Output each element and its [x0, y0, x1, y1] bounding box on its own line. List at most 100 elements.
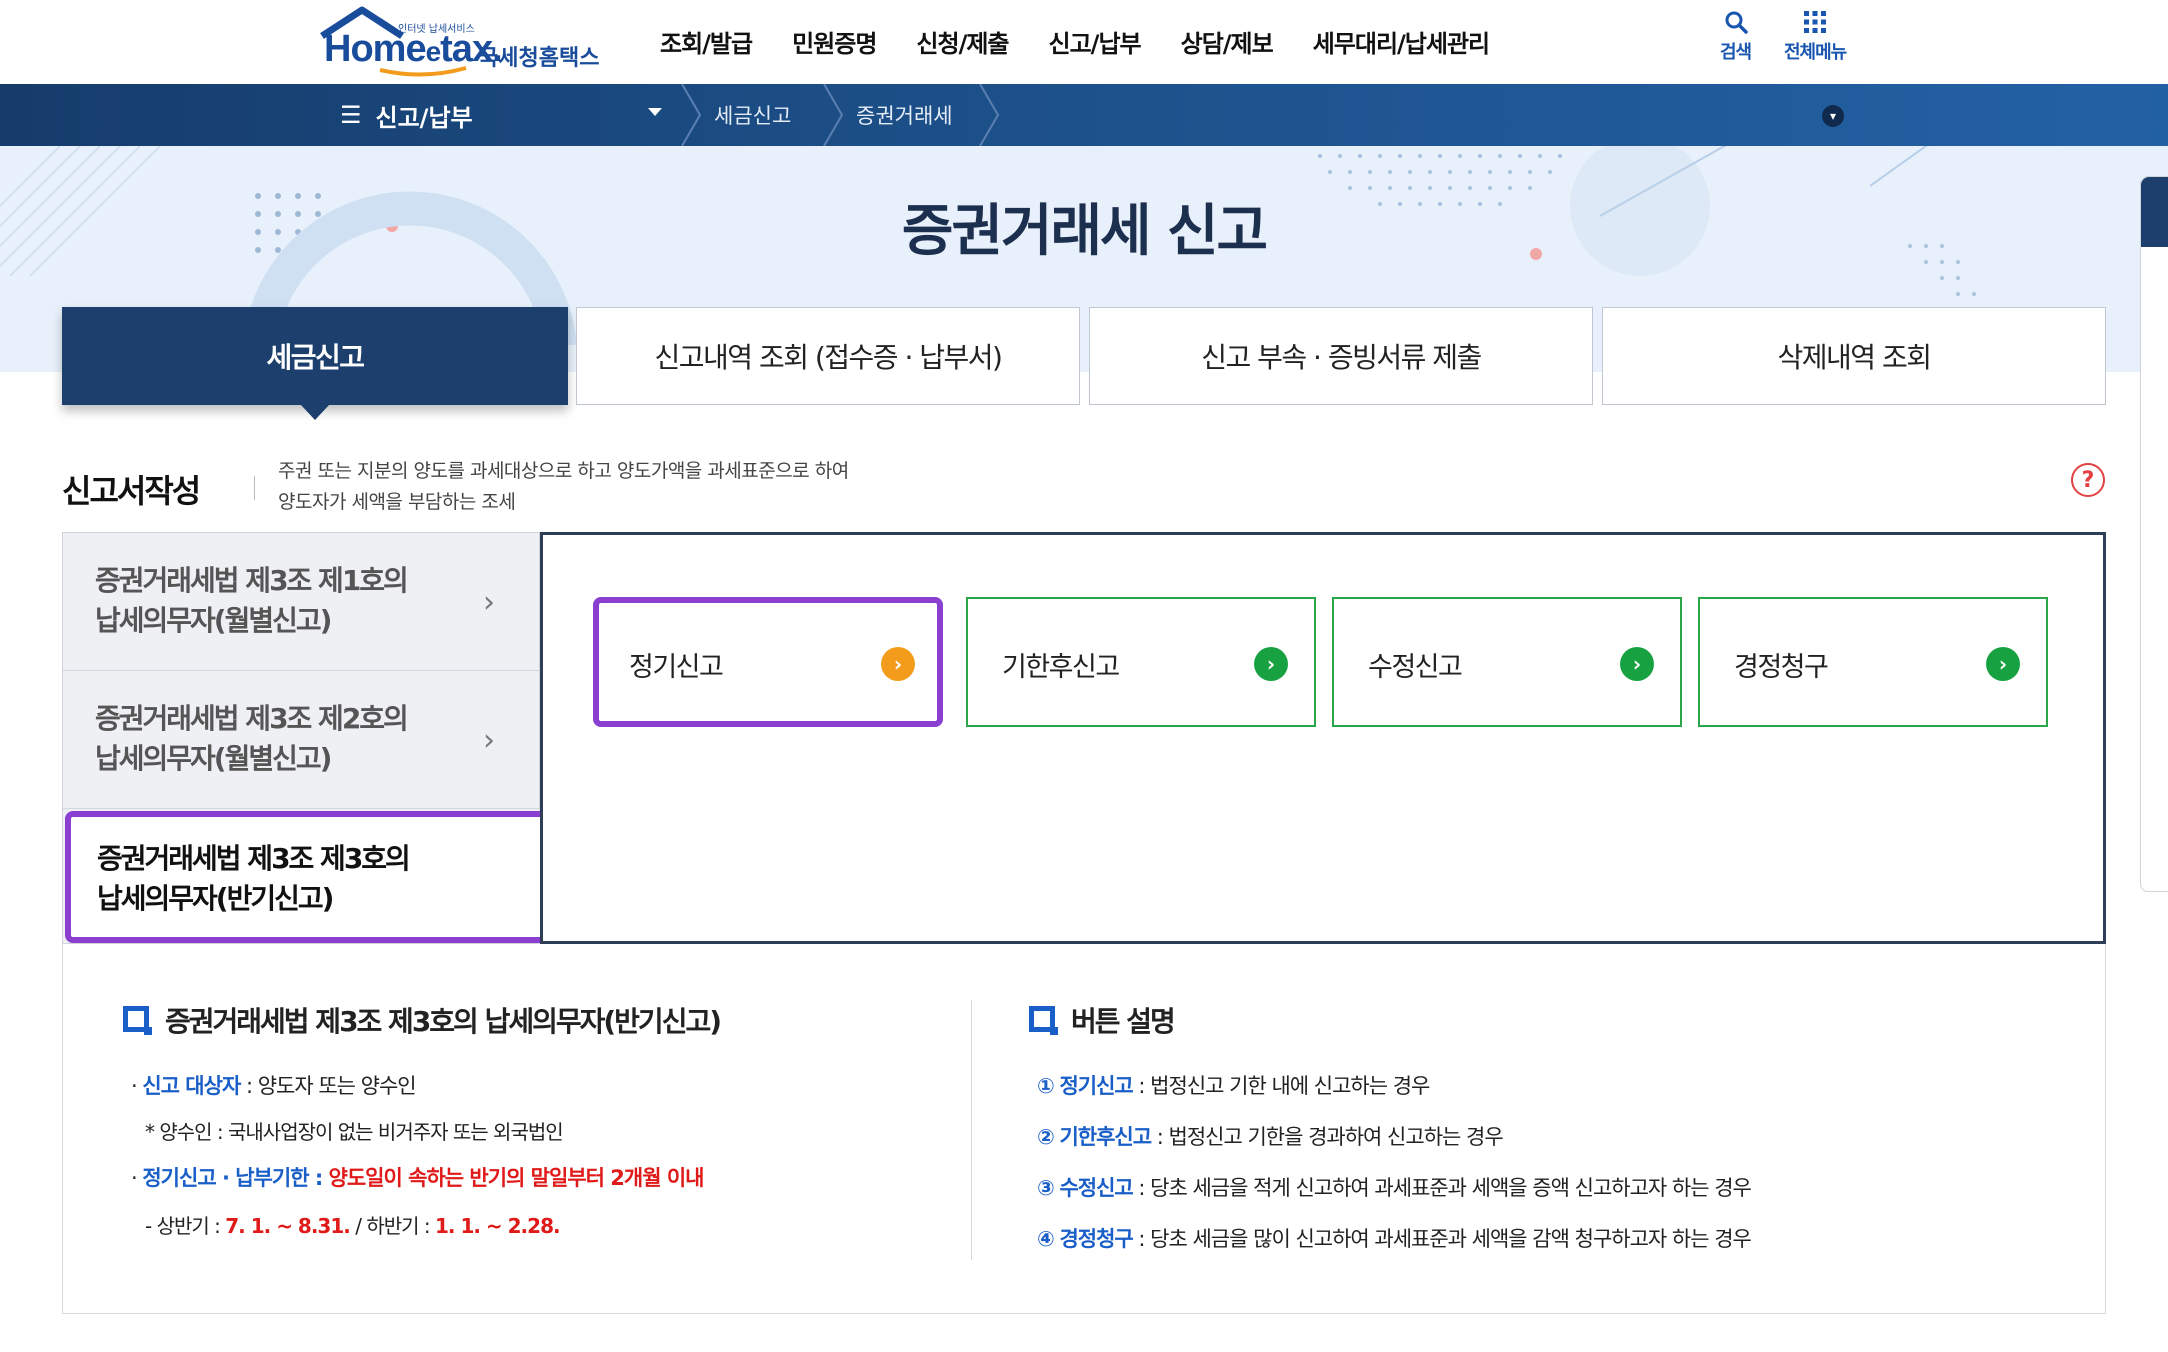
list-item-text: 증권거래세법 제3조 제3호의 납세의무자(반기신고): [97, 839, 411, 919]
target-label: 신고 대상자: [142, 1074, 241, 1098]
gnb-item-consult[interactable]: 상담/제보: [1181, 24, 1274, 59]
period-prefix: - 상반기 :: [145, 1214, 226, 1238]
info-divider: [971, 1000, 972, 1260]
item-number: ②: [1037, 1125, 1055, 1149]
info-target-line: · 신고 대상자 : 양도자 또는 양수인: [131, 1070, 417, 1100]
search-button[interactable]: 검색: [1720, 10, 1752, 64]
tab-supporting-documents[interactable]: 신고 부속 · 증빙서류 제출: [1089, 307, 1593, 405]
breadcrumb-separator-icon: [681, 84, 702, 146]
chevron-right-icon: ›: [483, 723, 495, 758]
chevron-right-icon: ›: [483, 585, 495, 620]
list-item-line-1: 증권거래세법 제3조 제2호의: [95, 702, 409, 735]
list-item-text: 증권거래세법 제3조 제1호의 납세의무자(월별신고): [95, 561, 409, 641]
option-label: 수정신고: [1368, 652, 1463, 683]
quick-menu-header: [2141, 177, 2168, 247]
quick-menu-panel[interactable]: [2140, 176, 2168, 892]
square-bullet-icon: [123, 1006, 152, 1035]
tab-label: 세금신고: [266, 341, 365, 374]
option-label: 기한후신고: [1002, 652, 1120, 683]
chevron-down-icon[interactable]: ▾: [1822, 105, 1844, 127]
gnb-item-application[interactable]: 신청/제출: [916, 24, 1009, 59]
gnb-item-filing[interactable]: 신고/납부: [1049, 24, 1142, 59]
option-label: 정기신고: [629, 652, 724, 683]
period-first-half: 7. 1. ~ 8.31.: [225, 1214, 351, 1238]
arrow-right-icon: ›: [1986, 647, 2020, 681]
list-divider: [63, 808, 541, 809]
logo-wordmark: Homeetax.: [324, 28, 503, 71]
item-number: ①: [1037, 1074, 1055, 1098]
info-right-heading: 버튼 설명: [1071, 1005, 1176, 1038]
category-dropdown[interactable]: ☰ 신고/납부: [340, 84, 662, 146]
regular-filing-button[interactable]: 정기신고 ›: [593, 597, 943, 727]
all-menu-button[interactable]: 전체메뉴: [1784, 10, 1847, 64]
option-label: 경정청구: [1734, 652, 1829, 683]
item-text: : 당초 세금을 적게 신고하여 과세표준과 세액을 증액 신고하고자 하는 경…: [1132, 1176, 1751, 1200]
global-nav: 조회/발급 민원증명 신청/제출 신고/납부 상담/제보 세무대리/납세관리: [660, 24, 1529, 59]
list-item-clause-1[interactable]: 증권거래세법 제3조 제1호의 납세의무자(월별신고) ›: [63, 533, 541, 671]
info-deadline-line: · 정기신고 · 납부기한 : 양도일이 속하는 반기의 말일부터 2개월 이내: [131, 1162, 705, 1192]
info-period-line: - 상반기 : 7. 1. ~ 8.31. / 하반기 : 1. 1. ~ 2.…: [145, 1210, 561, 1239]
bullet-dot: ·: [131, 1166, 143, 1190]
section-title: 신고서작성: [62, 472, 201, 510]
item-label: 기한후신고: [1059, 1125, 1152, 1149]
section-divider: [254, 476, 255, 500]
target-text: : 양도자 또는 양수인: [240, 1074, 417, 1098]
breadcrumb-separator-icon: [823, 84, 844, 146]
info-left-heading: 증권거래세법 제3조 제3호의 납세의무자(반기신고): [165, 1005, 722, 1038]
list-item-line-2: 납세의무자(월별신고): [95, 604, 332, 637]
correction-claim-button[interactable]: 경정청구 ›: [1698, 597, 2048, 727]
tab-label: 삭제내역 조회: [1777, 341, 1932, 374]
item-label: 수정신고: [1059, 1176, 1133, 1200]
page-title: 증권거래세 신고: [901, 199, 1268, 264]
breadcrumb-securities-tax[interactable]: 증권거래세: [856, 84, 953, 146]
logo-korean-name: 국세청홈택스: [478, 46, 600, 71]
item-number: ④: [1037, 1227, 1055, 1251]
tab-tax-filing[interactable]: 세금신고: [62, 307, 568, 420]
logo-swoosh: [379, 66, 467, 77]
deadline-label: 정기신고 · 납부기한 :: [142, 1166, 323, 1190]
period-mid: / 하반기 :: [349, 1214, 435, 1238]
logo-home: Home: [324, 28, 427, 70]
period-second-half: 1. 1. ~ 2.28.: [434, 1214, 561, 1238]
item-text: : 법정신고 기한을 경과하여 신고하는 경우: [1151, 1125, 1504, 1149]
tab-deleted-history[interactable]: 삭제내역 조회: [1602, 307, 2106, 405]
item-label: 경정청구: [1059, 1227, 1133, 1251]
taxpayer-type-list: 증권거래세법 제3조 제1호의 납세의무자(월별신고) › 증권거래세법 제3조…: [62, 532, 549, 944]
list-item-line-1: 증권거래세법 제3조 제3호의: [97, 842, 411, 875]
location-bar: ☰ 신고/납부 세금신고 증권거래세 ▾: [0, 84, 2168, 146]
description-line-1: 주권 또는 지분의 양도를 과세대상으로 하고 양도가액을 과세표준으로 하여: [278, 460, 849, 482]
bullet-dot: ·: [131, 1074, 143, 1098]
list-item-clause-3[interactable]: 증권거래세법 제3조 제3호의 납세의무자(반기신고): [65, 811, 549, 943]
deadline-text: 양도일이 속하는 반기의 말일부터 2개월 이내: [322, 1166, 705, 1190]
filing-type-panel: 정기신고 › 기한후신고 › 수정신고 › 경정청구 ›: [540, 532, 2106, 944]
item-number: ③: [1037, 1176, 1055, 1200]
gnb-item-agent[interactable]: 세무대리/납세관리: [1313, 24, 1490, 59]
active-tab-pointer: [301, 405, 329, 420]
tab-label: 신고내역 조회 (접수증 · 납부서): [654, 341, 1003, 374]
hamburger-icon: ☰: [340, 101, 362, 129]
category-label: 신고/납부: [375, 103, 473, 132]
button-desc-late: ② 기한후신고 : 법정신고 기한을 경과하여 신고하는 경우: [1037, 1121, 1504, 1151]
arrow-right-icon: ›: [1620, 647, 1654, 681]
list-item-clause-2[interactable]: 증권거래세법 제3조 제2호의 납세의무자(월별신고) ›: [63, 671, 541, 809]
list-item-line-1: 증권거래세법 제3조 제1호의: [95, 564, 409, 597]
hometax-logo[interactable]: 인터넷 납세서비스 Homeetax. 국세청홈택스: [318, 6, 618, 77]
amended-filing-button[interactable]: 수정신고 ›: [1332, 597, 1682, 727]
arrow-right-icon: ›: [1254, 647, 1288, 681]
list-item-line-2: 납세의무자(월별신고): [95, 742, 332, 775]
description-line-2: 양도자가 세액을 부담하는 조세: [278, 491, 516, 513]
button-desc-regular: ① 정기신고 : 법정신고 기한 내에 신고하는 경우: [1037, 1070, 1430, 1100]
gnb-item-inquiry[interactable]: 조회/발급: [660, 24, 753, 59]
late-filing-button[interactable]: 기한후신고 ›: [966, 597, 1316, 727]
breadcrumb-tax-filing[interactable]: 세금신고: [714, 84, 791, 146]
item-text: : 당초 세금을 많이 신고하여 과세표준과 세액을 감액 청구하고자 하는 경…: [1132, 1227, 1751, 1251]
list-item-line-2: 납세의무자(반기신고): [97, 882, 334, 915]
gnb-item-certificate[interactable]: 민원증명: [792, 24, 877, 59]
tab-filing-history[interactable]: 신고내역 조회 (접수증 · 납부서): [576, 307, 1080, 405]
logo-e: e: [425, 36, 442, 67]
search-label: 검색: [1720, 42, 1752, 63]
help-icon[interactable]: ?: [2071, 463, 2105, 497]
item-label: 정기신고: [1059, 1074, 1133, 1098]
list-item-text: 증권거래세법 제3조 제2호의 납세의무자(월별신고): [95, 699, 409, 779]
grid-menu-icon: [1804, 11, 1827, 33]
